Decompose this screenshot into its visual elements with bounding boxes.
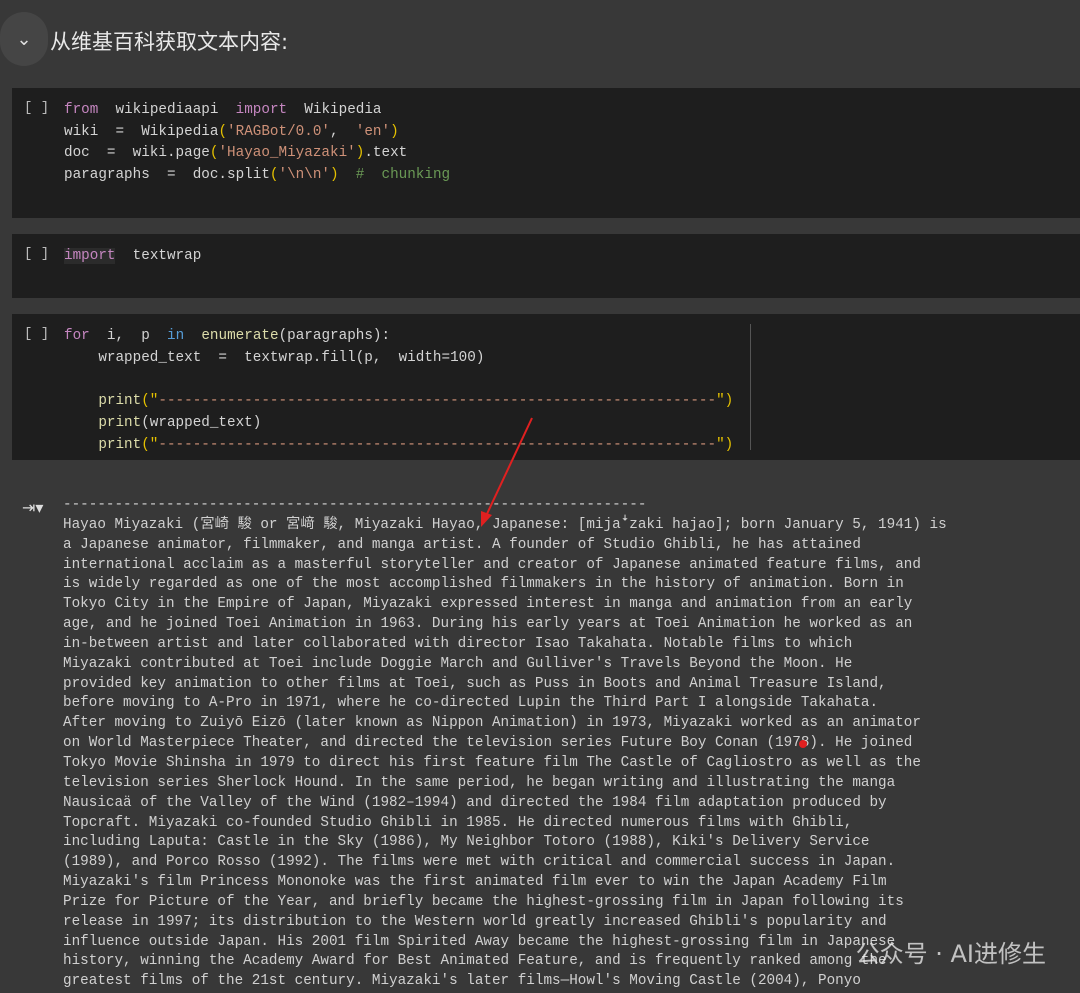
arrow-head-icon xyxy=(481,511,492,527)
watermark: 公众号 · AI进修生 xyxy=(855,940,1046,968)
red-dot xyxy=(799,740,807,748)
red-arrow xyxy=(485,417,533,517)
annotation-layer xyxy=(481,417,807,748)
